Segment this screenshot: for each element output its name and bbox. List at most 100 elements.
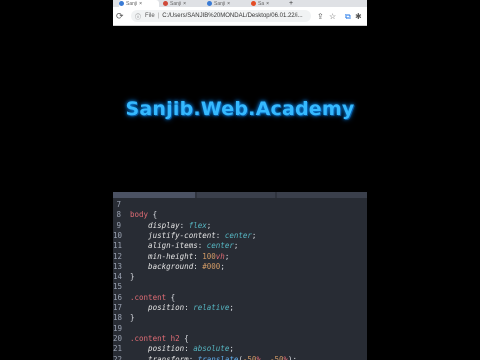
close-tab-icon[interactable]: × xyxy=(139,1,142,7)
line-number: 15 xyxy=(113,282,123,292)
code-token: ; xyxy=(206,220,212,230)
tab-favicon-icon xyxy=(163,1,168,6)
brand-heading: Sanjib.Web.Academy xyxy=(125,98,355,120)
line-number: 8 xyxy=(116,210,121,220)
code-token: align-items xyxy=(130,241,198,251)
address-bar[interactable]: ⓘ File | C:/Users/SANJIB%20MONDAL/Deskto… xyxy=(131,10,311,22)
code-token: : xyxy=(193,251,203,261)
code-token: ; xyxy=(251,230,257,240)
tab-title: Sanji xyxy=(170,0,182,7)
tab-title: Sanji xyxy=(214,0,226,7)
code-token: ; xyxy=(220,261,225,271)
code-token: transform xyxy=(130,354,189,360)
puzzle-icon[interactable]: ✱ xyxy=(355,12,362,21)
tab-favicon-icon xyxy=(207,1,212,6)
new-tab-button[interactable]: + xyxy=(289,0,293,7)
code-token: { xyxy=(179,333,189,343)
code-text: .content { xyxy=(130,293,175,303)
code-line[interactable]: 17 position: relative; xyxy=(113,303,367,313)
line-number: 11 xyxy=(113,241,123,251)
editor-tab[interactable] xyxy=(277,192,367,198)
code-token: absolute xyxy=(193,344,230,354)
close-tab-icon[interactable]: × xyxy=(266,1,269,7)
code-text: position: absolute; xyxy=(130,344,234,354)
code-token: ; xyxy=(229,303,234,312)
code-line[interactable]: 7 xyxy=(113,200,367,210)
code-token: } xyxy=(130,313,135,323)
browser-tab-2[interactable]: Sanji × xyxy=(163,0,203,7)
code-line[interactable]: 15 xyxy=(113,282,367,292)
code-token: ; xyxy=(224,251,230,261)
code-text: transform: translate(-50%, -50%); xyxy=(130,355,297,360)
browser-tab-1[interactable]: Sanji × xyxy=(119,0,159,7)
line-number: 7 xyxy=(116,200,121,209)
code-token: 100 xyxy=(202,251,216,261)
code-line[interactable]: 19 xyxy=(113,324,367,334)
code-token: : xyxy=(215,230,225,240)
share-icon[interactable]: ⇪ xyxy=(317,12,324,21)
code-token: ); xyxy=(288,354,298,360)
code-line[interactable]: 10 justify-content: center; xyxy=(113,231,367,241)
line-number: 16 xyxy=(113,292,123,302)
code-line[interactable]: 22 transform: translate(-50%, -50%); xyxy=(113,355,367,360)
editor-tab[interactable] xyxy=(197,192,275,198)
code-token: : xyxy=(197,241,207,251)
code-line[interactable]: 21 position: absolute; xyxy=(113,344,367,354)
line-number: 10 xyxy=(113,230,123,240)
code-token: min-height xyxy=(130,251,194,261)
browser-tab-4[interactable]: Sa × xyxy=(251,0,285,7)
code-line[interactable]: 11 align-items: center; xyxy=(113,241,367,251)
line-number: 18 xyxy=(113,313,123,323)
browser-tab-3[interactable]: Sanji × xyxy=(207,0,247,7)
code-token: relative xyxy=(193,303,230,312)
code-line[interactable]: 16 .content { xyxy=(113,293,367,303)
code-token: : xyxy=(193,261,203,271)
code-token: center xyxy=(224,230,252,240)
code-line[interactable]: 13 background: #000; xyxy=(113,262,367,272)
editor-tabs xyxy=(113,192,367,198)
code-token: justify-content xyxy=(130,230,216,240)
code-token: { xyxy=(148,210,158,220)
code-text: position: relative; xyxy=(130,303,234,313)
extension-icon[interactable]: ⧉ xyxy=(345,12,351,21)
code-line[interactable]: 14} xyxy=(113,272,367,282)
code-editor[interactable]: 7 8 body {9 display: flex; 10 justify-conte… xyxy=(113,192,367,360)
editor-tab[interactable] xyxy=(113,192,195,198)
code-line[interactable]: 20 .content h2 { xyxy=(113,334,367,344)
close-tab-icon[interactable]: × xyxy=(183,1,186,7)
code-token: .content h2 xyxy=(130,333,180,343)
code-token: center xyxy=(206,241,234,251)
code-token: { xyxy=(166,292,176,302)
code-text: min-height: 100vh; xyxy=(130,252,229,262)
code-text: justify-content: center; xyxy=(130,231,256,241)
code-token: position xyxy=(130,344,185,354)
screen-recording: Sanji × Sanji × Sanji × Sa × + ⟳ ⓘ File … xyxy=(113,0,367,360)
code-token: : xyxy=(184,344,194,354)
line-number: 17 xyxy=(113,303,123,312)
code-text: } xyxy=(130,313,135,323)
code-token: translate xyxy=(197,354,239,360)
code-line[interactable]: 9 display: flex; xyxy=(113,221,367,231)
code-line[interactable]: 18} xyxy=(113,313,367,323)
separator: | xyxy=(157,13,160,19)
line-number: 12 xyxy=(113,251,123,261)
reload-icon[interactable]: ⟳ xyxy=(116,10,124,22)
code-line[interactable]: 12 min-height: 100vh; xyxy=(113,252,367,262)
code-text: .content h2 { xyxy=(130,334,189,344)
tab-favicon-icon xyxy=(251,1,256,6)
close-tab-icon[interactable]: × xyxy=(227,1,230,7)
line-number: 21 xyxy=(113,344,123,354)
code-token: : xyxy=(188,354,198,360)
code-line[interactable]: 8 body { xyxy=(113,210,367,220)
code-text: } xyxy=(130,272,135,282)
url-text[interactable]: C:/Users/SANJIB%20MONDAL/Desktop/06.01.2… xyxy=(162,13,302,19)
star-icon[interactable]: ☆ xyxy=(329,12,336,21)
code-token: ; xyxy=(229,344,234,354)
code-token: .content xyxy=(130,292,167,302)
code-token: flex xyxy=(188,220,207,230)
code-text: display: flex; xyxy=(130,221,211,231)
code-token: ; xyxy=(233,241,239,251)
line-number: 13 xyxy=(113,261,123,271)
code-token: background xyxy=(130,261,194,271)
info-icon[interactable]: ⓘ xyxy=(135,12,141,21)
